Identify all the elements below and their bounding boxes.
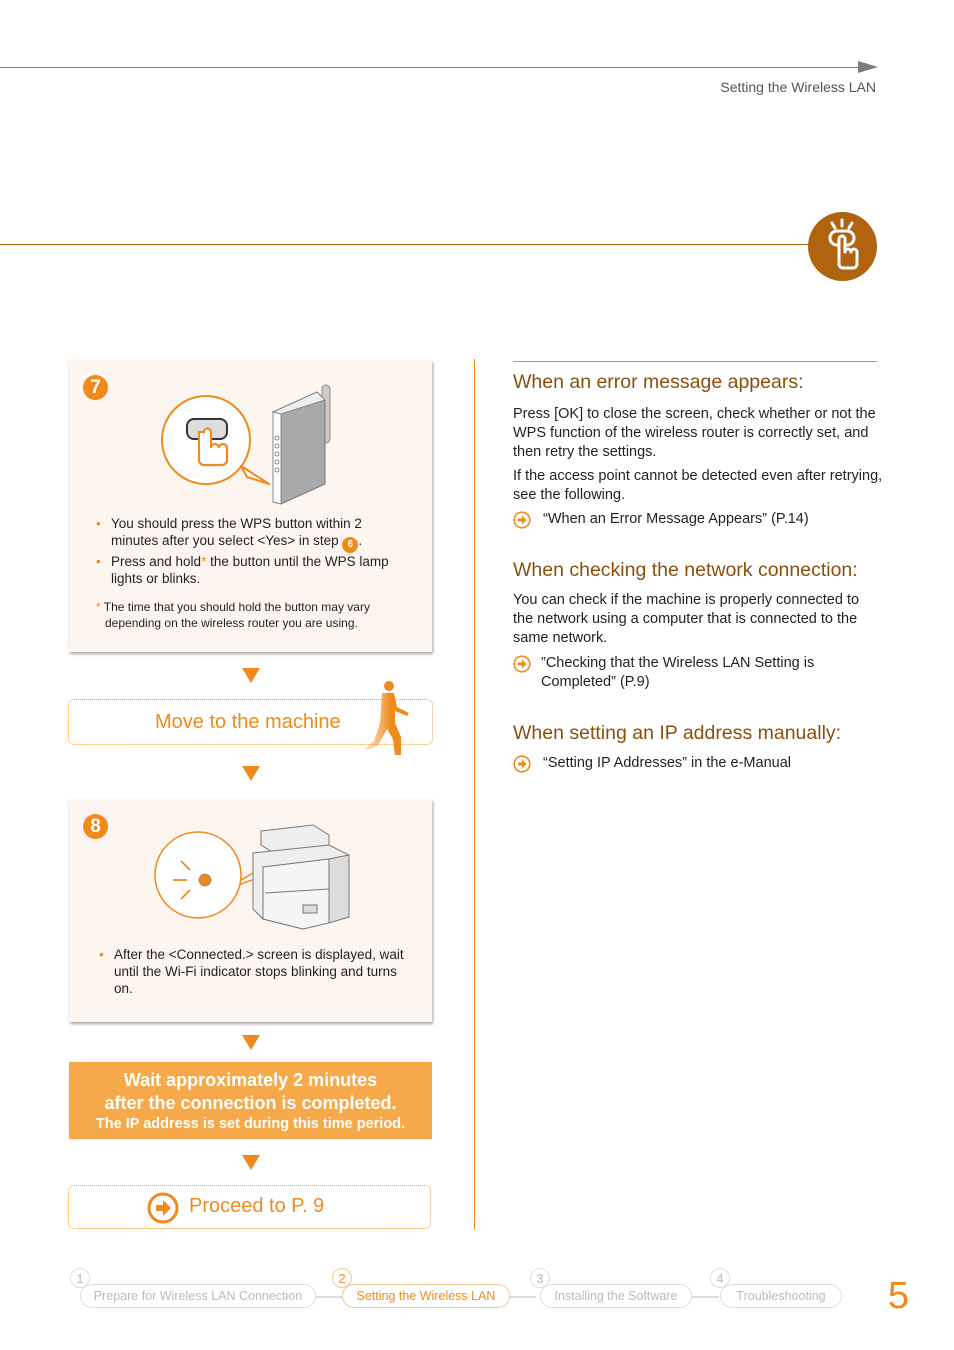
progress-step-number: 1: [70, 1268, 90, 1288]
progress-step-label[interactable]: Troubleshooting: [720, 1284, 842, 1308]
section-paragraph: Press [OK] to close the screen, check wh…: [513, 406, 876, 460]
reference-text[interactable]: “When an Error Message Appears” (P.14): [543, 510, 809, 529]
arrow-circle-right-icon: [513, 755, 531, 773]
page-number: 5: [887, 1275, 909, 1317]
wps-button-router-illustration: [159, 382, 339, 507]
section-paragraph: If the access point cannot be detected e…: [513, 468, 883, 503]
network-check-section: When checking the network connection: Yo…: [513, 559, 883, 692]
step-8-bullets: After the <Connected.> screen is display…: [99, 946, 409, 997]
wait-notice-box: Wait approximately 2 minutes after the c…: [69, 1062, 432, 1139]
header-arrow-icon: [858, 61, 878, 73]
progress-step-label[interactable]: Installing the Software: [540, 1284, 692, 1308]
reference-link[interactable]: ”Checking that the Wireless LAN Setting …: [513, 654, 883, 692]
flow-arrow-down-icon: [242, 668, 260, 683]
header-section-title: Setting the Wireless LAN: [720, 79, 876, 95]
section-heading: When setting an IP address manually:: [513, 722, 842, 744]
reference-link[interactable]: “When an Error Message Appears” (P.14): [513, 510, 883, 529]
arrow-circle-right-icon: [147, 1192, 179, 1224]
header-rule: [0, 67, 862, 68]
step-7-note: * The time that you should hold the butt…: [96, 600, 370, 630]
proceed-link-box[interactable]: Proceed to P. 9: [68, 1185, 431, 1229]
ip-manual-section: When setting an IP address manually: “Se…: [513, 722, 883, 773]
arrow-circle-right-icon: [513, 511, 531, 529]
progress-step-number: 4: [710, 1268, 730, 1288]
step-7-bullets: You should press the WPS button within 2…: [96, 515, 406, 587]
step-6-reference-badge: 6: [342, 536, 359, 553]
section-divider: [0, 244, 812, 245]
error-message-section: When an error message appears: Press [OK…: [513, 371, 883, 529]
progress-step-label[interactable]: Prepare for Wireless LAN Connection: [80, 1284, 316, 1308]
bullet-item: You should press the WPS button within 2…: [96, 515, 406, 553]
progress-step-number: 2: [332, 1268, 352, 1288]
printer-wifi-indicator-illustration: [153, 819, 353, 934]
flow-arrow-down-icon: [242, 766, 260, 781]
flow-arrow-down-icon: [242, 1035, 260, 1050]
progress-step-number: 3: [530, 1268, 550, 1288]
wait-notice-line-3: The IP address is set during this time p…: [95, 1116, 406, 1132]
progress-step-label[interactable]: Setting the Wireless LAN: [342, 1284, 510, 1308]
proceed-label[interactable]: Proceed to P. 9: [189, 1195, 324, 1218]
section-heading: When checking the network connection:: [513, 559, 858, 581]
wait-notice-line-2: after the connection is completed.: [104, 1093, 397, 1113]
step-8-card: 8 After the <Connected.> screen is displ…: [69, 799, 432, 1022]
wait-notice-line-1: Wait approximately 2 minutes: [123, 1070, 378, 1090]
section-paragraph: You can check if the machine is properly…: [513, 592, 860, 646]
section-heading: When an error message appears:: [513, 371, 804, 393]
arrow-circle-right-icon: [513, 655, 531, 673]
reference-text[interactable]: ”Checking that the Wireless LAN Setting …: [541, 654, 851, 692]
step-number-badge: 8: [83, 814, 108, 839]
bullet-item: Press and hold* the button until the WPS…: [96, 553, 406, 587]
walking-person-icon: [358, 680, 413, 758]
press-button-icon: [808, 212, 877, 281]
step-number-badge: 7: [83, 375, 108, 400]
right-column-rule: [513, 361, 877, 362]
flow-arrow-down-icon: [242, 1155, 260, 1170]
footer-progress-nav: Prepare for Wireless LAN Connection 1 Se…: [70, 1268, 850, 1312]
reference-text[interactable]: “Setting IP Addresses” in the e-Manual: [543, 754, 791, 773]
move-to-machine-label: Move to the machine: [155, 711, 341, 733]
column-divider: [474, 359, 475, 1230]
bullet-item: After the <Connected.> screen is display…: [99, 946, 409, 997]
step-7-card: 7 You should press the WPS button within…: [69, 360, 432, 652]
reference-link[interactable]: “Setting IP Addresses” in the e-Manual: [513, 754, 883, 773]
